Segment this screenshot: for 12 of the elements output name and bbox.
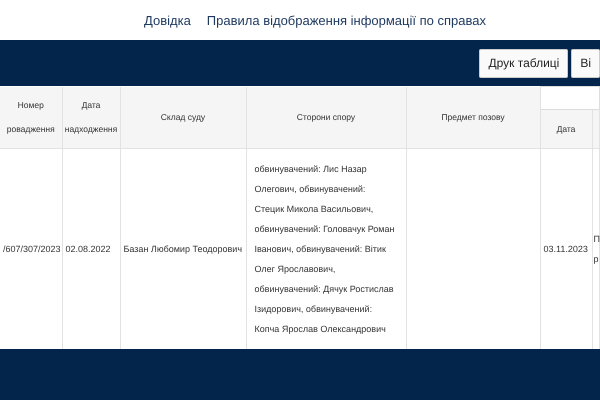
group-header [540,86,600,110]
nav-link[interactable]: Довідка [144,12,191,28]
column-header: Склад суду [120,86,246,148]
toolbar-button[interactable]: Ві [571,48,600,78]
column-header: Предмет позову [406,86,540,148]
column-header: Дата надходження [62,86,120,148]
nav-link[interactable]: Правила відображення інформації по справах [206,12,486,28]
column-header: Дата [540,110,592,148]
toolbar-button[interactable]: Друк таблиці [479,48,568,78]
column-header: Сторони спору [246,86,406,148]
column-header: Номер ровадження [0,86,62,148]
table-cell: П р [592,148,600,349]
